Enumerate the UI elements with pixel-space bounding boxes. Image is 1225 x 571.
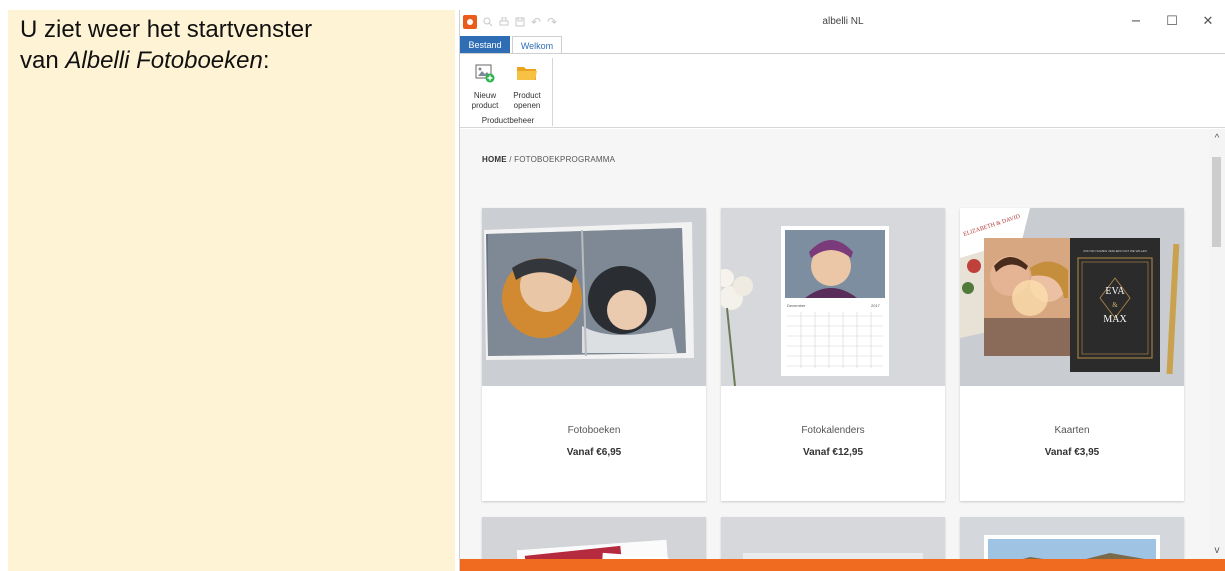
new-product-label: Nieuw product xyxy=(464,91,506,111)
fotokalenders-image: December 2017 xyxy=(721,208,945,386)
vertical-scrollbar[interactable]: ^ v xyxy=(1209,129,1225,571)
scroll-thumb[interactable] xyxy=(1212,157,1221,247)
breadcrumb-home[interactable]: HOME xyxy=(482,155,507,164)
instruction-line-1: U ziet weer het startvenster xyxy=(20,16,313,43)
scroll-down-icon[interactable]: v xyxy=(1209,545,1225,556)
instruction-suffix: : xyxy=(262,47,270,74)
instruction-text: U ziet weer het startvenster van Albelli… xyxy=(20,14,312,76)
new-product-icon xyxy=(475,64,495,83)
kaarten-image: ELIZABETH & DAVID ZIJN WIJ SAMEN VERLIEF… xyxy=(960,208,1184,386)
app-name-italic: Albelli Fotoboeken xyxy=(65,47,263,74)
ribbon-panel: Nieuw product Product openen Productbeheer xyxy=(460,53,1225,128)
title-bar: ↶ ↷ albelli NL − ☐ ✕ xyxy=(460,10,1225,36)
product-card-kaarten[interactable]: ELIZABETH & DAVID ZIJN WIJ SAMEN VERLIEF… xyxy=(960,208,1184,501)
invitation-ampersand: & xyxy=(1112,301,1118,309)
open-product-label-2: openen xyxy=(513,101,541,110)
invitation-line: ZIJN WIJ SAMEN VERLIEFD DAT WE WILLEN xyxy=(1083,249,1147,253)
product-name: Kaarten xyxy=(1054,425,1090,436)
open-folder-icon xyxy=(517,67,537,80)
breadcrumb-separator: / xyxy=(509,155,512,164)
ribbon-group-separator xyxy=(552,58,553,126)
breadcrumb-current: FOTOBOEKPROGRAMMA xyxy=(514,155,616,164)
window-title: albelli NL xyxy=(822,16,864,27)
product-name: Fotokalenders xyxy=(801,425,865,436)
tab-bestand[interactable]: Bestand xyxy=(460,36,510,54)
invitation-name-1: EVA xyxy=(1105,286,1125,297)
home-content: HOME / FOTOBOEKPROGRAMMA Fotoboeken Vana… xyxy=(460,129,1210,571)
product-price: Vanaf €12,95 xyxy=(802,447,864,458)
instruction-line-2: van Albelli Fotoboeken: xyxy=(20,45,312,76)
calendar-month: December xyxy=(787,303,806,308)
fotoboeken-image xyxy=(482,208,706,386)
screen: U ziet weer het startvenster van Albelli… xyxy=(0,0,1225,571)
open-product-label: Product openen xyxy=(506,91,548,111)
new-product-button[interactable]: Nieuw product xyxy=(464,58,506,114)
product-card-fotokalenders[interactable]: December 2017 Fotokalenders Vanaf €12,95 xyxy=(721,208,945,501)
open-product-label-1: Product xyxy=(513,91,541,100)
maximize-button[interactable]: ☐ xyxy=(1160,13,1184,31)
product-card-fotoboeken[interactable]: Fotoboeken Vanaf €6,95 xyxy=(482,208,706,501)
instruction-prefix: van xyxy=(20,47,66,74)
tab-welkom[interactable]: Welkom xyxy=(512,36,562,54)
bottom-orange-bar xyxy=(460,559,1225,571)
invitation-name-2: MAX xyxy=(1103,314,1127,325)
ribbon-group-label: Productbeheer xyxy=(481,116,535,125)
calendar-year: 2017 xyxy=(871,303,881,308)
product-price: Vanaf €3,95 xyxy=(1044,447,1100,458)
close-button[interactable]: ✕ xyxy=(1196,13,1220,31)
instruction-panel: U ziet weer het startvenster van Albelli… xyxy=(8,10,455,571)
product-name: Fotoboeken xyxy=(567,425,621,436)
ribbon-tabs: Bestand Welkom ? xyxy=(460,36,1225,75)
albelli-window: ↶ ↷ albelli NL − ☐ ✕ Bestand Welkom ? xyxy=(459,10,1225,571)
breadcrumb: HOME / FOTOBOEKPROGRAMMA xyxy=(482,155,615,164)
product-price: Vanaf €6,95 xyxy=(566,447,622,458)
open-product-button[interactable]: Product openen xyxy=(506,58,548,114)
scroll-up-icon[interactable]: ^ xyxy=(1209,133,1225,144)
new-product-label-2: product xyxy=(471,101,499,110)
minimize-button[interactable]: − xyxy=(1124,13,1148,31)
new-product-label-1: Nieuw xyxy=(473,91,497,100)
